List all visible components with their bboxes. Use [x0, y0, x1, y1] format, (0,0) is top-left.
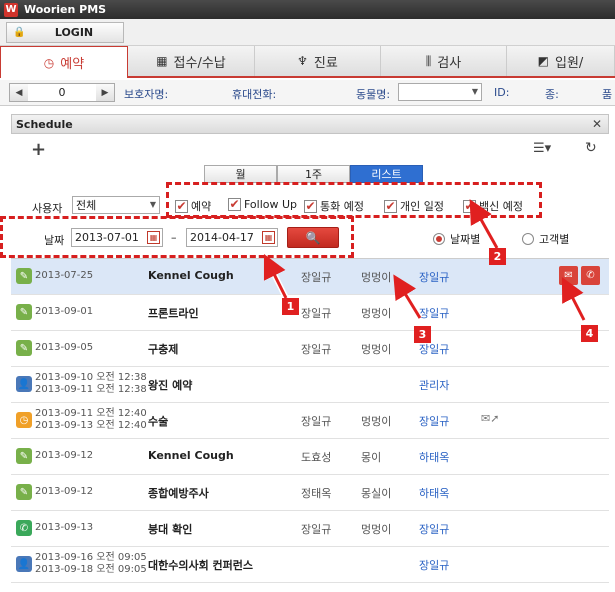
tab-treatment[interactable]: ♆ 진료 [255, 46, 381, 76]
table-row[interactable]: ✎ 2013-09-05 구충제 장일규 멍멍이 장일규 [11, 331, 609, 367]
followup-icon: ✎ [16, 304, 32, 320]
schedule-toolbar: + ☰▾ ↻ [11, 138, 609, 160]
main-tabs: ◷ 예약 ▦ 접수/수납 ♆ 진료 ⫼ 검사 ◩ 입원/ [0, 46, 615, 78]
pet-name-label: 동물명: [356, 88, 391, 101]
checkbox-group-highlight [166, 182, 542, 218]
add-schedule-button[interactable]: + [31, 139, 46, 160]
phone-icon: ✆ [16, 520, 32, 536]
chevron-down-icon: ▼ [149, 200, 156, 209]
mobile-label: 휴대전화: [232, 88, 277, 101]
record-index[interactable]: 0 [28, 86, 96, 99]
login-button[interactable]: 🔒 LOGIN [6, 22, 124, 43]
tab-reception[interactable]: ▦ 접수/수납 [128, 46, 255, 76]
view-tab-list[interactable]: 리스트 [350, 165, 423, 183]
schedule-panel-header: Schedule ✕ [11, 114, 609, 134]
species-label: 종: [545, 88, 559, 101]
person-icon: 👤 [16, 376, 32, 392]
refresh-icon[interactable]: ↻ [585, 140, 597, 156]
title-bar: W Woorien PMS [0, 0, 615, 19]
chevron-down-icon: ▼ [471, 87, 478, 96]
sms-icon[interactable]: ✉ [559, 266, 578, 285]
followup-icon: ✎ [16, 340, 32, 356]
callout-badge-1: 1 [282, 298, 299, 315]
stethoscope-icon: ♆ [297, 54, 308, 68]
app-logo: W [4, 2, 18, 17]
breed-label: 품 [602, 88, 613, 101]
close-icon[interactable]: ✕ [592, 117, 602, 131]
login-label: LOGIN [54, 26, 94, 39]
table-row[interactable]: ✎ 2013-07-25 Kennel Cough 장일규 멍멍이 장일규 ✉ … [11, 259, 609, 295]
register-icon: ▦ [156, 54, 168, 68]
clock-icon: ◷ [16, 412, 32, 428]
tab-inpatient[interactable]: ◩ 입원/ [507, 46, 615, 76]
pet-name-select[interactable]: ▼ [398, 83, 482, 101]
person-icon: 👤 [16, 556, 32, 572]
test-tube-icon: ⫼ [425, 53, 432, 68]
user-select[interactable]: 전체 ▼ [72, 196, 160, 214]
table-row[interactable]: ✆ 2013-09-13 붕대 확인 장일규 멍멍이 장일규 [11, 511, 609, 547]
phone-icon[interactable]: ✆ [581, 266, 600, 285]
user-label: 사용자 [32, 202, 63, 215]
guardian-label: 보호자명: [124, 88, 169, 101]
schedule-title: Schedule [16, 117, 73, 131]
table-row[interactable]: ✎ 2013-09-01 프론트라인 장일규 멍멍이 장일규 [11, 295, 609, 331]
tab-reservation[interactable]: ◷ 예약 [0, 46, 128, 78]
record-stepper: ◀ 0 ▶ [9, 83, 115, 102]
callout-badge-2: 2 [489, 248, 506, 265]
user-select-value: 전체 [76, 199, 97, 212]
view-tabs: 월 1주 리스트 [204, 165, 423, 183]
chart-icon: ◩ [537, 54, 550, 68]
followup-icon: ✎ [16, 268, 32, 284]
view-tab-week[interactable]: 1주 [277, 165, 350, 183]
followup-icon: ✎ [16, 448, 32, 464]
callout-badge-3: 3 [414, 326, 431, 343]
table-row[interactable]: ✎ 2013-09-12 종합예방주사 정태옥 몽실이 하태옥 [11, 475, 609, 511]
tab-test[interactable]: ⫼ 검사 [381, 46, 507, 76]
app-title: Woorien PMS [24, 3, 107, 16]
menu-icon[interactable]: ☰▾ [533, 141, 551, 156]
view-tab-month[interactable]: 월 [204, 165, 277, 183]
login-bar: 🔒 LOGIN [0, 19, 615, 46]
radio-dot [433, 233, 445, 245]
patient-info-bar: ◀ 0 ▶ 보호자명: 휴대전화: 동물명: ▼ ID: 종: 품 [0, 80, 615, 106]
table-row[interactable]: ◷ 2013-09-11 오전 12:40 2013-09-13 오전 12:4… [11, 403, 609, 439]
table-row[interactable]: 👤 2013-09-16 오전 09:05 2013-09-18 오전 09:0… [11, 547, 609, 583]
date-range-highlight [0, 216, 354, 258]
radio-by-date[interactable]: 날짜별 [433, 231, 480, 247]
table-row[interactable]: 👤 2013-09-10 오전 12:38 2013-09-11 오전 12:3… [11, 367, 609, 403]
schedule-list: ✎ 2013-07-25 Kennel Cough 장일규 멍멍이 장일규 ✉ … [11, 258, 609, 592]
radio-dot [522, 233, 534, 245]
radio-by-customer[interactable]: 고객별 [522, 231, 569, 247]
table-row[interactable]: ✎ 2013-09-12 Kennel Cough 도효성 몽이 하태옥 [11, 439, 609, 475]
lock-icon: 🔒 [13, 26, 26, 38]
followup-icon: ✎ [16, 484, 32, 500]
next-record-button[interactable]: ▶ [96, 84, 114, 101]
callout-badge-4: 4 [581, 325, 598, 342]
sms-sent-icon[interactable]: ✉➚ [481, 412, 499, 425]
id-label: ID: [494, 86, 510, 99]
clock-icon: ◷ [43, 55, 55, 70]
prev-record-button[interactable]: ◀ [10, 84, 28, 101]
